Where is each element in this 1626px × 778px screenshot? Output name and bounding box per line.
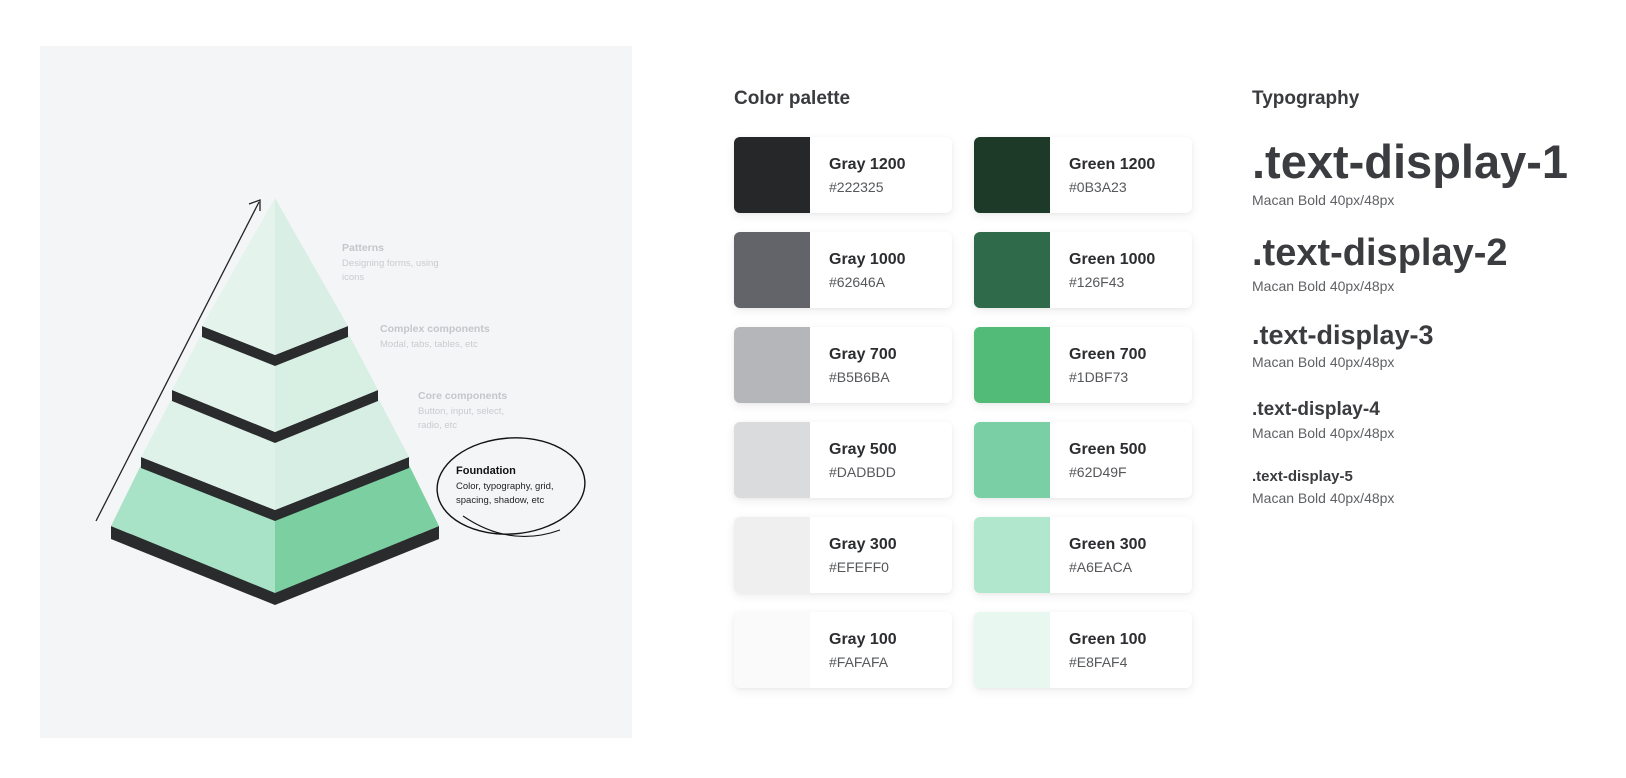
layer-description: Modal, tabs, tables, etc: [380, 339, 478, 350]
gray-swatch-card: Gray 100 #FAFAFA: [734, 612, 952, 688]
swatch-name: Gray 300: [829, 536, 897, 553]
gray-swatch-card: Gray 700 #B5B6BA: [734, 327, 952, 403]
swatch-color-chip: [734, 422, 810, 498]
layer-title: Foundation: [456, 465, 516, 477]
swatch-name: Gray 700: [829, 346, 897, 363]
swatch-name: Gray 1200: [829, 156, 906, 173]
type-style-display-1: .text-display-1 Macan Bold 40px/48px: [1252, 134, 1568, 208]
swatch-color-chip: [734, 517, 810, 593]
pyramid-diagram: [95, 198, 586, 605]
swatch-hex-code: #0B3A23: [1069, 179, 1127, 195]
green-swatch-card: Green 700 #1DBF73: [974, 327, 1192, 403]
green-swatch-card: Green 100 #E8FAF4: [974, 612, 1192, 688]
type-sample: .text-display-2: [1252, 232, 1508, 274]
type-spec: Macan Bold 40px/48px: [1252, 278, 1395, 294]
swatch-hex-code: #62D49F: [1069, 464, 1127, 480]
gray-swatch-card: Gray 500 #DADBDD: [734, 422, 952, 498]
swatch-color-chip: [734, 327, 810, 403]
swatch-color-chip: [734, 137, 810, 213]
swatch-color-chip: [974, 232, 1050, 308]
typography-title: Typography: [1252, 88, 1360, 109]
swatch-color-chip: [974, 612, 1050, 688]
layer-label-patterns: Patterns Designing forms, using icons: [342, 242, 462, 285]
swatch-color-chip: [974, 422, 1050, 498]
layer-description: Designing forms, using icons: [342, 258, 439, 283]
swatch-name: Green 1200: [1069, 156, 1156, 173]
type-sample: .text-display-1: [1252, 135, 1569, 188]
swatch-hex-code: #E8FAF4: [1069, 654, 1128, 670]
swatch-name: Gray 1000: [829, 251, 906, 268]
design-system-overview: Patterns Designing forms, using icons Co…: [0, 0, 1626, 778]
type-spec: Macan Bold 40px/48px: [1252, 490, 1395, 506]
green-swatch-card: Green 500 #62D49F: [974, 422, 1192, 498]
type-style-display-2: .text-display-2 Macan Bold 40px/48px: [1252, 230, 1508, 294]
growth-arrow-head: [248, 199, 261, 211]
green-swatch-card: Green 300 #A6EACA: [974, 517, 1192, 593]
type-spec: Macan Bold 40px/48px: [1252, 192, 1395, 208]
layer-title: Core components: [418, 390, 508, 402]
layer-description: Button, input, select, radio, etc: [418, 406, 505, 431]
swatch-hex-code: #126F43: [1069, 274, 1125, 290]
type-style-display-4: .text-display-4 Macan Bold 40px/48px: [1252, 397, 1394, 441]
swatch-hex-code: #DADBDD: [829, 464, 896, 480]
type-style-display-5: .text-display-5 Macan Bold 40px/48px: [1252, 466, 1394, 506]
swatch-color-chip: [974, 327, 1050, 403]
swatch-name: Green 1000: [1069, 251, 1156, 268]
swatch-name: Green 300: [1069, 536, 1147, 553]
layer-label-complex-components: Complex components Modal, tabs, tables, …: [380, 323, 520, 352]
gray-swatch-card: Gray 1200 #222325: [734, 137, 952, 213]
swatch-color-chip: [974, 137, 1050, 213]
swatch-name: Green 100: [1069, 631, 1147, 648]
swatch-hex-code: #EFEFF0: [829, 559, 889, 575]
swatch-color-chip: [974, 517, 1050, 593]
swatch-name: Green 700: [1069, 346, 1147, 363]
swatch-name: Gray 100: [829, 631, 897, 648]
layer-label-foundation: Foundation Color, typography, grid, spac…: [456, 465, 574, 508]
type-spec: Macan Bold 40px/48px: [1252, 425, 1395, 441]
swatch-color-chip: [734, 612, 810, 688]
type-sample: .text-display-5: [1252, 468, 1353, 485]
swatch-hex-code: #B5B6BA: [829, 369, 890, 385]
swatch-hex-code: #A6EACA: [1069, 559, 1133, 575]
layer-title: Patterns: [342, 242, 385, 254]
swatch-name: Green 500: [1069, 441, 1147, 458]
gray-swatch-card: Gray 1000 #62646A: [734, 232, 952, 308]
swatch-color-chip: [734, 232, 810, 308]
swatch-hex-code: #1DBF73: [1069, 369, 1129, 385]
swatch-hex-code: #62646A: [829, 274, 886, 290]
layer-title: Complex components: [380, 323, 490, 335]
type-style-display-3: .text-display-3 Macan Bold 40px/48px: [1252, 318, 1434, 370]
type-sample: .text-display-4: [1252, 399, 1380, 420]
layer-label-core-components: Core components Button, input, select, r…: [418, 390, 528, 433]
green-swatch-card: Green 1000 #126F43: [974, 232, 1192, 308]
green-swatch-card: Green 1200 #0B3A23: [974, 137, 1192, 213]
swatch-hex-code: #FAFAFA: [829, 654, 889, 670]
pyramid-diagram-panel: Patterns Designing forms, using icons Co…: [40, 46, 632, 738]
type-spec: Macan Bold 40px/48px: [1252, 354, 1395, 370]
type-sample: .text-display-3: [1252, 320, 1434, 350]
swatch-hex-code: #222325: [829, 179, 884, 195]
gray-swatch-card: Gray 300 #EFEFF0: [734, 517, 952, 593]
color-palette-title: Color palette: [734, 88, 851, 109]
layer-description: Color, typography, grid, spacing, shadow…: [456, 481, 554, 506]
swatch-name: Gray 500: [829, 441, 897, 458]
